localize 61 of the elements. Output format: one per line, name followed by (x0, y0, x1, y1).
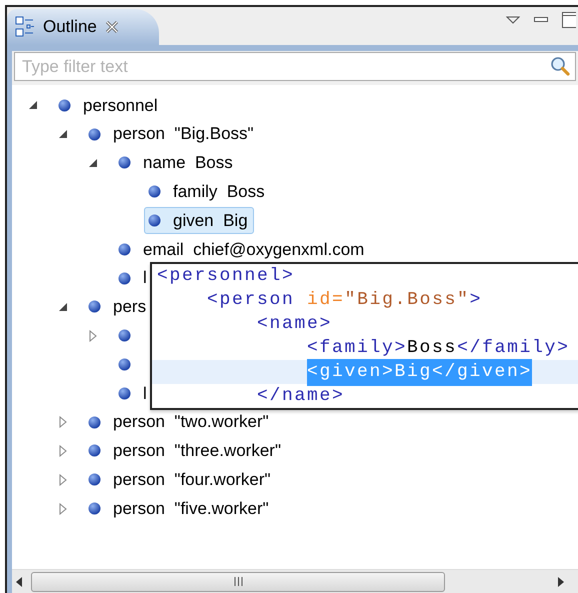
code-text: </family> (457, 336, 570, 360)
element-dot-icon (118, 242, 131, 256)
element-dot-icon (118, 156, 131, 170)
outline-icon (15, 16, 35, 38)
tree-item[interactable]: given Big (144, 207, 254, 234)
code-text: <name> (257, 312, 332, 336)
code-text: > (470, 288, 482, 312)
expanded-arrow-icon[interactable] (29, 101, 37, 110)
tree-item[interactable]: personnel (54, 92, 164, 119)
scroll-right-icon[interactable] (557, 576, 565, 586)
tree-item[interactable]: person "four.worker" (84, 466, 277, 494)
element-dot-icon (148, 185, 161, 198)
maximize-icon[interactable] (562, 12, 576, 28)
expanded-arrow-icon[interactable] (89, 158, 97, 167)
expanded-arrow-icon[interactable] (59, 302, 67, 311)
grip-icon (234, 577, 242, 586)
code-text: <personnel> (157, 264, 295, 288)
tree-item[interactable]: person "two.worker" (84, 408, 275, 436)
code-text: <given>Big</given> (307, 358, 532, 386)
element-dot-icon (148, 214, 161, 228)
element-dot-icon (118, 386, 131, 400)
element-dot-icon (118, 272, 131, 285)
element-dot-icon (88, 128, 101, 141)
code-text: "Big.Boss" (344, 288, 470, 312)
scroll-left-icon[interactable] (15, 576, 23, 586)
collapsed-arrow-icon[interactable] (59, 474, 67, 486)
expanded-arrow-icon[interactable] (59, 130, 67, 138)
element-dot-icon (118, 358, 131, 372)
close-icon[interactable] (104, 20, 119, 34)
element-dot-icon (88, 416, 101, 429)
element-dot-icon (118, 329, 131, 342)
tree-item[interactable]: person "five.worker" (84, 495, 275, 522)
scrollbar-thumb[interactable] (31, 572, 445, 592)
element-dot-icon (58, 98, 71, 112)
collapsed-arrow-icon[interactable] (89, 330, 97, 342)
collapsed-arrow-icon[interactable] (59, 444, 67, 457)
tree-item[interactable]: l (114, 380, 153, 407)
filter-field[interactable]: Type filter text (14, 52, 576, 81)
element-dot-icon (88, 502, 101, 516)
code-text: id= (307, 288, 345, 312)
tree-item[interactable]: l (114, 264, 153, 292)
tab-title: Outline (43, 16, 97, 38)
element-dot-icon (88, 444, 101, 458)
minimize-icon[interactable] (534, 17, 548, 23)
collapsed-arrow-icon[interactable] (59, 502, 67, 515)
collapsed-arrow-icon[interactable] (59, 416, 67, 428)
code-text: </name> (257, 384, 345, 408)
tree-item[interactable]: family Boss (144, 178, 271, 206)
code-text: <person (207, 288, 295, 312)
tree-item[interactable]: name Boss (114, 149, 239, 176)
tree-item[interactable]: email chief@oxygenxml.com (114, 236, 370, 263)
tree-item[interactable]: pers (84, 293, 152, 320)
element-dot-icon (88, 473, 101, 486)
outline-tab[interactable]: Outline (7, 9, 159, 45)
tree-item[interactable]: person "Big.Boss" (84, 120, 260, 148)
code-text: Boss (407, 336, 458, 360)
tree-item[interactable]: person "three.worker" (84, 437, 287, 464)
code-text: <family> (307, 336, 408, 360)
element-dot-icon (88, 300, 101, 314)
view-menu-icon[interactable] (506, 16, 520, 24)
search-icon[interactable] (550, 56, 570, 76)
